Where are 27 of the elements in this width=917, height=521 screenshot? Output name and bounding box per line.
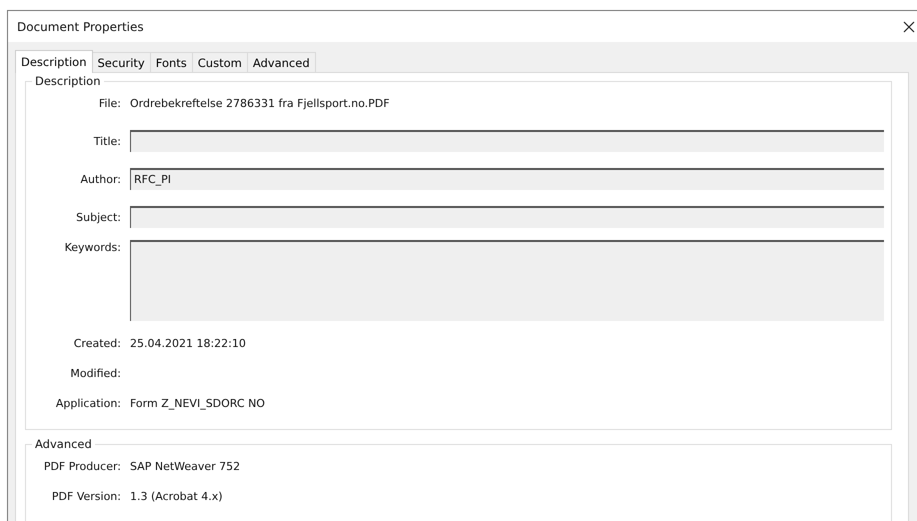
close-button[interactable] bbox=[901, 18, 917, 34]
tab[interactable]: Advanced bbox=[246, 52, 316, 72]
field-label: File: bbox=[98, 96, 122, 112]
field-label: Subject: bbox=[75, 210, 122, 224]
field-label: Keywords: bbox=[64, 240, 122, 256]
tab[interactable]: Description bbox=[15, 50, 92, 73]
field-label: Application: bbox=[54, 396, 122, 412]
field-value: SAP NetWeaver 752 bbox=[130, 459, 240, 475]
text-area[interactable] bbox=[130, 240, 884, 321]
field-value: Ordrebekreftelse 2786331 fra Fjellsport.no.PDF bbox=[130, 96, 390, 112]
field-label: Title: bbox=[92, 134, 122, 148]
field-value: 25.04.2021 18:22:10 bbox=[130, 336, 246, 352]
field-value: 1.3 (Acrobat 4.x) bbox=[130, 489, 223, 505]
group-title: Description bbox=[32, 74, 104, 88]
field-label: Created: bbox=[72, 336, 122, 352]
tab[interactable]: Security bbox=[92, 52, 151, 72]
group-title: Advanced bbox=[32, 437, 95, 451]
field-value: Form Z_NEVI_SDORC NO bbox=[130, 396, 265, 412]
field-label: PDF Producer: bbox=[42, 459, 122, 475]
field-label: Author: bbox=[79, 172, 122, 186]
input-field[interactable]: RFC_PI bbox=[130, 168, 884, 190]
field-label: PDF Version: bbox=[50, 489, 122, 505]
window-title: Document Properties bbox=[17, 20, 144, 34]
input-field[interactable] bbox=[130, 206, 884, 228]
close-icon bbox=[903, 20, 915, 32]
input-field[interactable] bbox=[130, 130, 884, 152]
field-label: Modified: bbox=[69, 366, 122, 382]
